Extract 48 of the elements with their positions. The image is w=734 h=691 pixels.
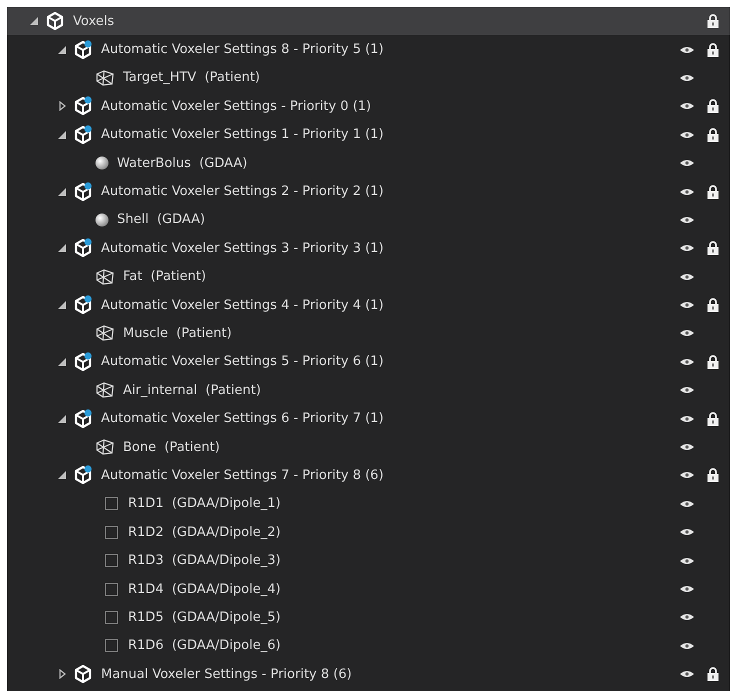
tree-row[interactable]: R1D5 (GDAA/Dipole_5) [7, 603, 730, 632]
tree-row[interactable]: Fat (Patient) [7, 262, 730, 291]
tree-item-label: Automatic Voxeler Settings 3 - Priority 3 (1) [101, 240, 385, 256]
tree-item-label: Air_internal (Patient) [123, 382, 262, 398]
tree-item-label: R1D4 (GDAA/Dipole_4) [128, 582, 282, 596]
tree-row[interactable]: R1D2 (GDAA/Dipole_2) [7, 518, 730, 546]
tree-item-label: Automatic Voxeler Settings 1 - Priority 1 (1) [101, 127, 385, 142]
tree-row[interactable]: Muscle (Patient) [7, 319, 730, 348]
tree-item-label: Muscle (Patient) [123, 326, 233, 341]
tree-item-label: Automatic Voxeler Settings 7 - Priority 8 (6) [101, 468, 385, 483]
tree-row[interactable]: Manual Voxeler Settings - Priority 8 (6) [7, 660, 730, 688]
tree-row[interactable]: Automatic Voxeler Settings 1 - Priority 1 (1) [7, 120, 730, 149]
tree-item-label: Automatic Voxeler Settings 6 - Priority 7 (1) [101, 411, 385, 426]
tree-row[interactable]: Air_internal (Patient) [7, 376, 730, 404]
tree-row[interactable]: Target_HTV (Patient) [7, 64, 730, 92]
tree-row[interactable]: Bone (Patient) [7, 432, 730, 462]
tree-row[interactable]: R1D4 (GDAA/Dipole_4) [7, 574, 730, 604]
tree-row[interactable]: Automatic Voxeler Settings - Priority 0 (1) [7, 92, 730, 121]
tree-item-label: R1D6 (GDAA/Dipole_6) [128, 638, 282, 654]
tree-item-label: Manual Voxeler Settings - Priority 8 (6) [101, 666, 353, 682]
tree-item-label: R1D2 (GDAA/Dipole_2) [128, 524, 282, 540]
tree-row[interactable]: Voxels [7, 7, 730, 36]
tree-item-label: Fat (Patient) [123, 269, 208, 284]
tree-row[interactable]: Automatic Voxeler Settings 4 - Priority 4 (1) [7, 290, 730, 320]
tree-item-label: R1D5 (GDAA/Dipole_5) [128, 610, 282, 625]
tree-item-label: Bone (Patient) [123, 440, 221, 455]
tree-item-label: Voxels [73, 14, 116, 29]
tree-item-label: Automatic Voxeler Settings 4 - Priority 4 (1) [101, 298, 385, 313]
tree-item-label: Automatic Voxeler Settings 8 - Priority 5 (1) [101, 42, 385, 58]
tree-item-label: Shell (GDAA) [117, 212, 206, 228]
tree-row[interactable]: Automatic Voxeler Settings 5 - Priority 6 (1) [7, 348, 730, 376]
tree-item-label: Automatic Voxeler Settings 2 - Priority 2 (1) [101, 184, 385, 200]
tree-item-label: Target_HTV (Patient) [123, 70, 262, 86]
tree-row[interactable]: Automatic Voxeler Settings 2 - Priority 2 (1) [7, 177, 730, 206]
tree-item-label: R1D1 (GDAA/Dipole_1) [128, 496, 282, 512]
tree-row[interactable]: R1D3 (GDAA/Dipole_3) [7, 546, 730, 575]
tree-row[interactable]: Automatic Voxeler Settings 6 - Priority 7 (1) [7, 404, 730, 433]
tree-row[interactable]: R1D1 (GDAA/Dipole_1) [7, 490, 730, 518]
tree-row[interactable]: Automatic Voxeler Settings 3 - Priority 3 (1) [7, 234, 730, 263]
tree-row[interactable]: R1D6 (GDAA/Dipole_6) [7, 632, 730, 660]
tree-item-label: R1D3 (GDAA/Dipole_3) [128, 553, 282, 568]
tree-row[interactable]: Automatic Voxeler Settings 7 - Priority 8 (6) [7, 461, 730, 490]
tree-row[interactable]: Automatic Voxeler Settings 8 - Priority 5 (1) [7, 35, 730, 64]
tree-row[interactable]: WaterBolus (GDAA) [7, 148, 730, 178]
tree-item-label: WaterBolus (GDAA) [117, 156, 248, 171]
tree-row[interactable]: Shell (GDAA) [7, 206, 730, 234]
tree-item-label: Automatic Voxeler Settings 5 - Priority 6 (1) [101, 354, 385, 370]
tree-item-label: Automatic Voxeler Settings - Priority 0 (1) [101, 98, 372, 114]
